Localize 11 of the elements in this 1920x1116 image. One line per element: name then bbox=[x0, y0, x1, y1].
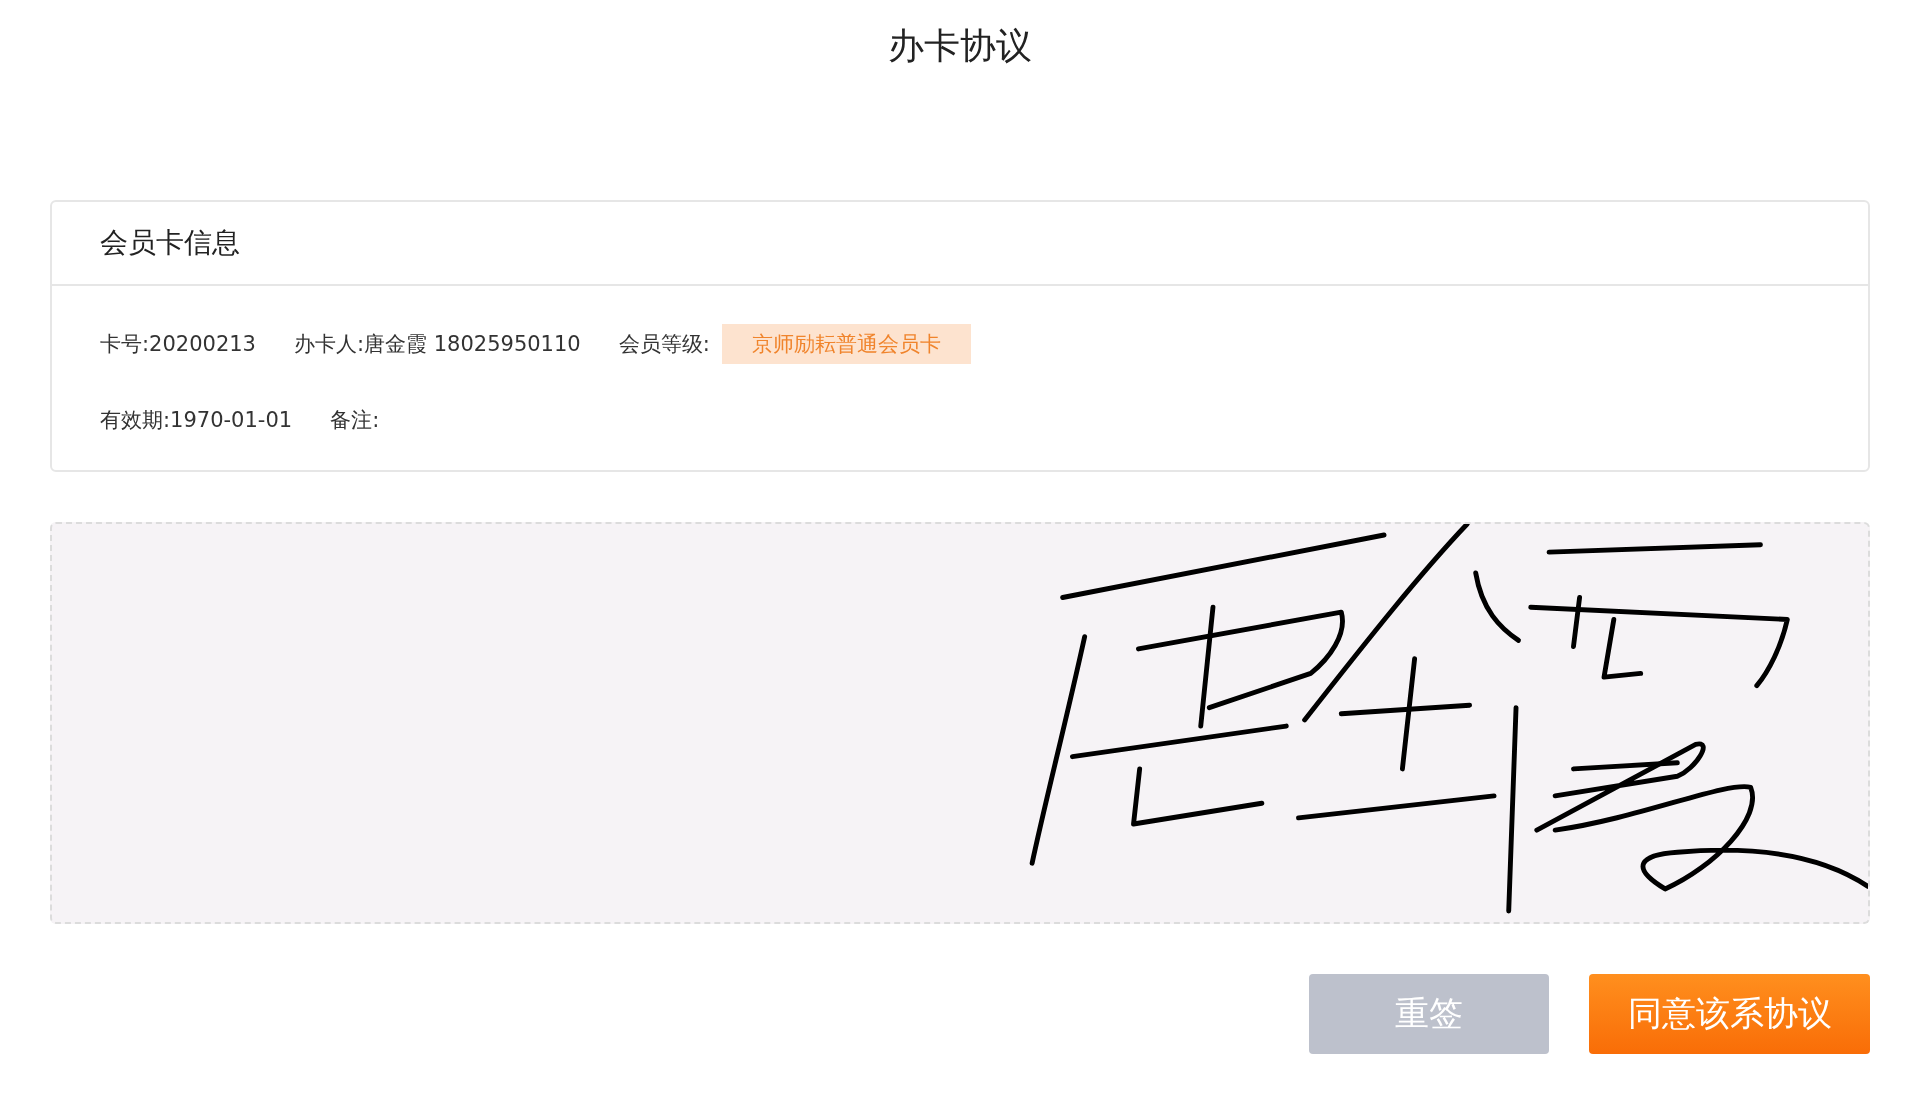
resign-button[interactable]: 重签 bbox=[1309, 974, 1549, 1054]
level-badge: 京师励耘普通会员卡 bbox=[721, 324, 971, 364]
info-text: 卡号:20200213 bbox=[100, 331, 256, 358]
card-title: 会员卡信息 bbox=[100, 225, 240, 261]
signature-pad[interactable] bbox=[50, 522, 1870, 924]
info-text: 会员等级: bbox=[618, 331, 710, 358]
info-text: 有效期:1970-01-01 bbox=[100, 407, 293, 434]
agree-button[interactable]: 同意该系协议 bbox=[1589, 974, 1870, 1054]
info-text: 办卡人:唐金霞 18025950110 bbox=[293, 331, 581, 358]
info-text: 备注: bbox=[330, 407, 380, 434]
page-title: 办卡协议 bbox=[888, 25, 1032, 66]
